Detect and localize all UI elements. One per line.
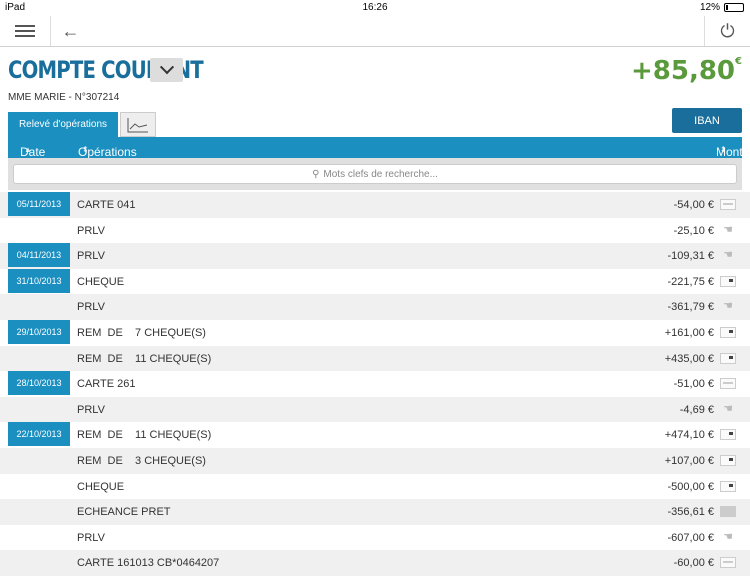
sort-icon: ⬍: [720, 145, 727, 154]
line-chart-icon: [127, 117, 148, 132]
operation-amount: -25,10 €: [673, 224, 714, 237]
cheque-icon: [720, 326, 736, 338]
cheque-icon: [720, 275, 736, 287]
operation-amount: -500,00 €: [667, 480, 714, 493]
logout-button[interactable]: ⏻: [704, 16, 750, 46]
operation-label: CARTE 161013 CB*0464207: [77, 557, 220, 570]
operation-amount: +161,00 €: [664, 326, 714, 339]
power-icon: ⏻: [720, 20, 735, 41]
operation-label: REM DE 7 CHEQUE(S): [77, 326, 206, 339]
battery-icon: [724, 3, 744, 12]
battery-status: 12%: [700, 2, 744, 13]
search-placeholder: Mots clefs de recherche...: [323, 168, 438, 180]
operation-amount: -54,00 €: [673, 199, 714, 211]
cheque-icon: [720, 352, 736, 364]
operation-amount: -109,31 €: [667, 250, 714, 263]
table-header: Date▲ Opérations⬍ Montant⬍: [8, 137, 750, 159]
operation-label: REM DE 3 CHEQUE(S): [77, 454, 206, 467]
cheque-icon: [720, 454, 736, 466]
search-icon: ⚲: [312, 168, 320, 180]
iban-button[interactable]: IBAN: [672, 108, 742, 133]
table-row[interactable]: 04/11/2013 PRLV -109,31 € ☚: [0, 243, 750, 269]
cheque-icon: [720, 480, 736, 492]
operation-amount: -4,69 €: [679, 403, 714, 416]
table-row[interactable]: ECHEANCE PRET -356,61 €: [0, 499, 750, 525]
arrow-left-icon: ←: [61, 20, 80, 41]
status-bar: iPad 16:26 12%: [0, 0, 750, 16]
operation-amount: -361,79 €: [667, 301, 714, 314]
clock: 16:26: [362, 2, 388, 13]
table-row[interactable]: REM DE 11 CHEQUE(S) +435,00 €: [0, 345, 750, 372]
operation-label: PRLV: [77, 531, 105, 544]
table-row[interactable]: CHEQUE -500,00 €: [0, 474, 750, 500]
balance-value: +85,80: [631, 56, 736, 86]
operation-label: REM DE 11 CHEQUE(S): [77, 352, 212, 365]
table-row[interactable]: REM DE 3 CHEQUE(S) +107,00 €: [0, 447, 750, 474]
search-bar: ⚲ Mots clefs de recherche...: [8, 158, 742, 190]
account-holder: MME MARIE - N°307214: [8, 92, 120, 103]
operation-amount: -51,00 €: [673, 378, 714, 391]
table-row[interactable]: 05/11/2013 CARTE 041 -54,00 €: [0, 192, 750, 218]
tab-operations[interactable]: Relevé d'opérations: [8, 112, 118, 137]
tab-chart[interactable]: [120, 112, 156, 137]
date-badge: 31/10/2013: [8, 268, 70, 293]
operation-amount: -356,61 €: [667, 506, 714, 519]
hand-icon: ☚: [723, 223, 733, 236]
table-row[interactable]: 22/10/2013 REM DE 11 CHEQUE(S) +474,10 €: [0, 422, 750, 448]
card-icon: [720, 378, 736, 390]
loan-icon: [720, 506, 736, 518]
operation-amount: -607,00 €: [667, 531, 714, 544]
table-row[interactable]: 28/10/2013 CARTE 261 -51,00 €: [0, 371, 750, 397]
date-badge: 29/10/2013: [8, 319, 70, 344]
back-button[interactable]: ←: [50, 16, 90, 46]
operation-amount: +474,10 €: [664, 429, 714, 442]
sort-icon: ⬍: [82, 145, 89, 154]
operation-label: REM DE 11 CHEQUE(S): [77, 429, 212, 442]
operation-amount: +107,00 €: [664, 454, 714, 467]
hand-icon: ☚: [723, 402, 733, 415]
card-icon: [720, 199, 736, 210]
operation-label: PRLV: [77, 403, 105, 416]
currency-symbol: €: [735, 56, 742, 67]
operation-label: CHEQUE: [77, 275, 125, 288]
operation-label: PRLV: [77, 250, 105, 263]
table-row[interactable]: PRLV -361,79 € ☚: [0, 294, 750, 320]
search-input[interactable]: ⚲ Mots clefs de recherche...: [13, 164, 737, 184]
date-badge: 22/10/2013: [8, 422, 70, 447]
table-row[interactable]: 29/10/2013 REM DE 7 CHEQUE(S) +161,00 €: [0, 319, 750, 346]
table-row[interactable]: PRLV -607,00 € ☚: [0, 525, 750, 551]
operation-label: CHEQUE: [77, 480, 125, 493]
operation-amount: -60,00 €: [673, 557, 714, 570]
hand-icon: ☚: [723, 300, 733, 313]
hamburger-icon: [15, 25, 35, 37]
table-row[interactable]: PRLV -4,69 € ☚: [0, 396, 750, 423]
chevron-down-icon: [159, 60, 174, 75]
table-row[interactable]: 31/10/2013 CHEQUE -221,75 €: [0, 268, 750, 295]
operation-label: PRLV: [77, 301, 105, 314]
menu-button[interactable]: [0, 16, 50, 46]
battery-percent: 12%: [699, 2, 720, 13]
hand-icon: ☚: [723, 249, 733, 262]
operation-label: PRLV: [77, 224, 105, 237]
operations-list: 05/11/2013 CARTE 041 -54,00 € PRLV -25,10 € ☚…: [0, 192, 750, 576]
operation-label: CARTE 261: [77, 378, 136, 391]
nav-bar: ← ⏻: [0, 16, 750, 47]
operation-amount: +435,00 €: [664, 352, 714, 365]
table-row[interactable]: PRLV -25,10 € ☚: [0, 218, 750, 244]
date-badge: 28/10/2013: [8, 371, 70, 396]
sort-asc-icon: ▲: [24, 145, 32, 154]
hand-icon: ☚: [723, 530, 733, 543]
table-row[interactable]: CARTE 161013 CB*0464207 -60,00 €: [0, 550, 750, 576]
cheque-icon: [720, 429, 736, 441]
operation-label: ECHEANCE PRET: [77, 506, 171, 519]
operation-amount: -221,75 €: [667, 275, 714, 288]
date-badge: 05/11/2013: [8, 192, 70, 216]
account-balance: +85,80€: [631, 56, 742, 86]
account-select-button[interactable]: [150, 58, 183, 82]
operation-label: CARTE 041: [77, 199, 136, 211]
date-badge: 04/11/2013: [8, 243, 70, 268]
